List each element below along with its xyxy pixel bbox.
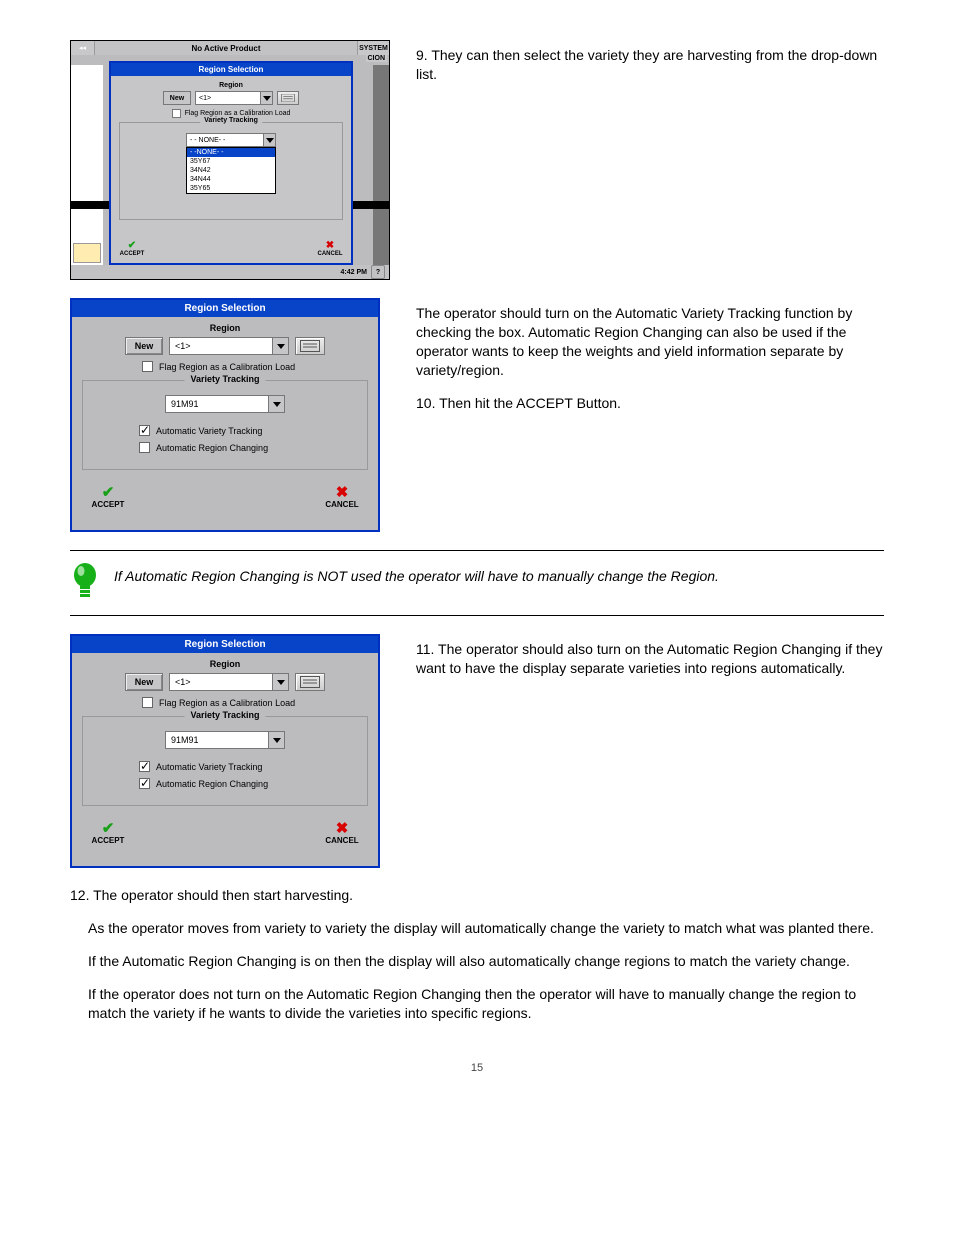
keyboard-icon[interactable]	[295, 337, 325, 355]
variety-tracking-group: Variety Tracking 91M91 Automatic Variety…	[82, 380, 368, 470]
dialog-title: Region Selection	[72, 636, 378, 653]
flag-checkbox[interactable]	[172, 109, 181, 118]
variety-combo[interactable]: 91M91	[165, 395, 285, 413]
variety-combo[interactable]: - - NONE- -	[186, 133, 276, 147]
list-item[interactable]: - -NONE- -	[187, 148, 275, 157]
screenshot-1: ◂◂ No Active Product SYSTEM CION 4:42 PM…	[70, 40, 390, 280]
list-item[interactable]: 35Y65	[187, 184, 275, 193]
chevron-down-icon	[272, 338, 288, 354]
cancel-button[interactable]: ✖CANCEL	[322, 486, 362, 520]
back-button[interactable]: ◂◂	[71, 41, 95, 55]
auto-region-label: Automatic Region Changing	[156, 443, 268, 453]
list-item[interactable]: 34N44	[187, 175, 275, 184]
map-icon[interactable]	[73, 243, 101, 263]
region-heading: Region	[82, 659, 368, 669]
new-button[interactable]: New	[125, 673, 163, 691]
list-item[interactable]: 35Y67	[187, 157, 275, 166]
variety-tracking-group: Variety Tracking - - NONE- - - -NONE- - …	[119, 122, 343, 220]
top-title: No Active Product	[95, 44, 357, 53]
accept-button[interactable]: ✔ACCEPT	[117, 241, 147, 263]
divider	[70, 615, 884, 616]
clock: 4:42 PM	[341, 269, 367, 276]
region-combo[interactable]: <1>	[195, 91, 273, 105]
lightbulb-icon	[70, 561, 100, 601]
variety-tracking-legend: Variety Tracking	[200, 117, 262, 124]
close-icon: ✖	[315, 241, 345, 251]
step-12b: As the operator moves from variety to va…	[70, 919, 884, 938]
region-heading: Region	[119, 82, 343, 89]
close-icon: ✖	[322, 486, 362, 500]
chevron-down-icon	[268, 396, 284, 412]
dark-gutter	[373, 65, 389, 265]
step-12d: If the operator does not turn on the Aut…	[70, 985, 884, 1023]
region-combo[interactable]: <1>	[169, 337, 289, 355]
system-button[interactable]: SYSTEM	[357, 41, 389, 55]
variety-combo[interactable]: 91M91	[165, 731, 285, 749]
cancel-button[interactable]: ✖CANCEL	[322, 822, 362, 856]
flag-checkbox[interactable]	[142, 697, 153, 708]
auto-region-checkbox[interactable]	[139, 442, 150, 453]
new-button[interactable]: New	[125, 337, 163, 355]
screenshot-2: Region Selection Region New <1> Flag Reg…	[70, 298, 380, 532]
divider	[70, 550, 884, 551]
list-item[interactable]: 34N42	[187, 166, 275, 175]
step-9b: The operator should turn on the Automati…	[416, 304, 884, 380]
keyboard-icon[interactable]	[295, 673, 325, 691]
dialog-title: Region Selection	[72, 300, 378, 317]
auto-variety-label: Automatic Variety Tracking	[156, 762, 262, 772]
flag-checkbox[interactable]	[142, 361, 153, 372]
step-11: 11. The operator should also turn on the…	[416, 640, 884, 678]
tip-text: If Automatic Region Changing is NOT used…	[114, 561, 719, 586]
auto-variety-checkbox[interactable]	[139, 761, 150, 772]
flag-label: Flag Region as a Calibration Load	[185, 110, 291, 117]
new-button[interactable]: New	[163, 91, 191, 105]
region-heading: Region	[82, 323, 368, 333]
auto-variety-label: Automatic Variety Tracking	[156, 426, 262, 436]
region-combo[interactable]: <1>	[169, 673, 289, 691]
accept-button[interactable]: ✔ACCEPT	[88, 486, 128, 520]
dialog-title: Region Selection	[111, 63, 351, 76]
auto-region-checkbox[interactable]	[139, 778, 150, 789]
check-icon: ✔	[88, 486, 128, 500]
accept-button[interactable]: ✔ACCEPT	[88, 822, 128, 856]
step-9a: 9. They can then select the variety they…	[416, 46, 884, 84]
variety-dropdown-list[interactable]: - -NONE- - 35Y67 34N42 34N44 35Y65	[186, 147, 276, 194]
chevron-down-icon	[263, 134, 275, 146]
auto-region-label: Automatic Region Changing	[156, 779, 268, 789]
flag-label: Flag Region as a Calibration Load	[159, 362, 295, 372]
chevron-down-icon	[260, 92, 272, 104]
variety-tracking-group: Variety Tracking 91M91 Automatic Variety…	[82, 716, 368, 806]
variety-tracking-legend: Variety Tracking	[184, 710, 265, 720]
region-selection-dialog: Region Selection Region New <1> Flag Reg…	[109, 61, 353, 265]
close-icon: ✖	[322, 822, 362, 836]
chevron-down-icon	[268, 732, 284, 748]
check-icon: ✔	[117, 241, 147, 251]
flag-label: Flag Region as a Calibration Load	[159, 698, 295, 708]
screenshot-3: Region Selection Region New <1> Flag Reg…	[70, 634, 380, 868]
step-12a: 12. The operator should then start harve…	[70, 886, 884, 905]
check-icon: ✔	[88, 822, 128, 836]
keyboard-icon[interactable]	[277, 91, 299, 105]
auto-variety-checkbox[interactable]	[139, 425, 150, 436]
step-12c: If the Automatic Region Changing is on t…	[70, 952, 884, 971]
cancel-button[interactable]: ✖CANCEL	[315, 241, 345, 263]
help-icon[interactable]: ?	[371, 265, 385, 279]
page-number: 15	[70, 1062, 884, 1074]
chevron-down-icon	[272, 674, 288, 690]
step-10: 10. Then hit the ACCEPT Button.	[416, 394, 884, 413]
variety-tracking-legend: Variety Tracking	[184, 374, 265, 384]
tab-partial: CION	[366, 55, 388, 62]
